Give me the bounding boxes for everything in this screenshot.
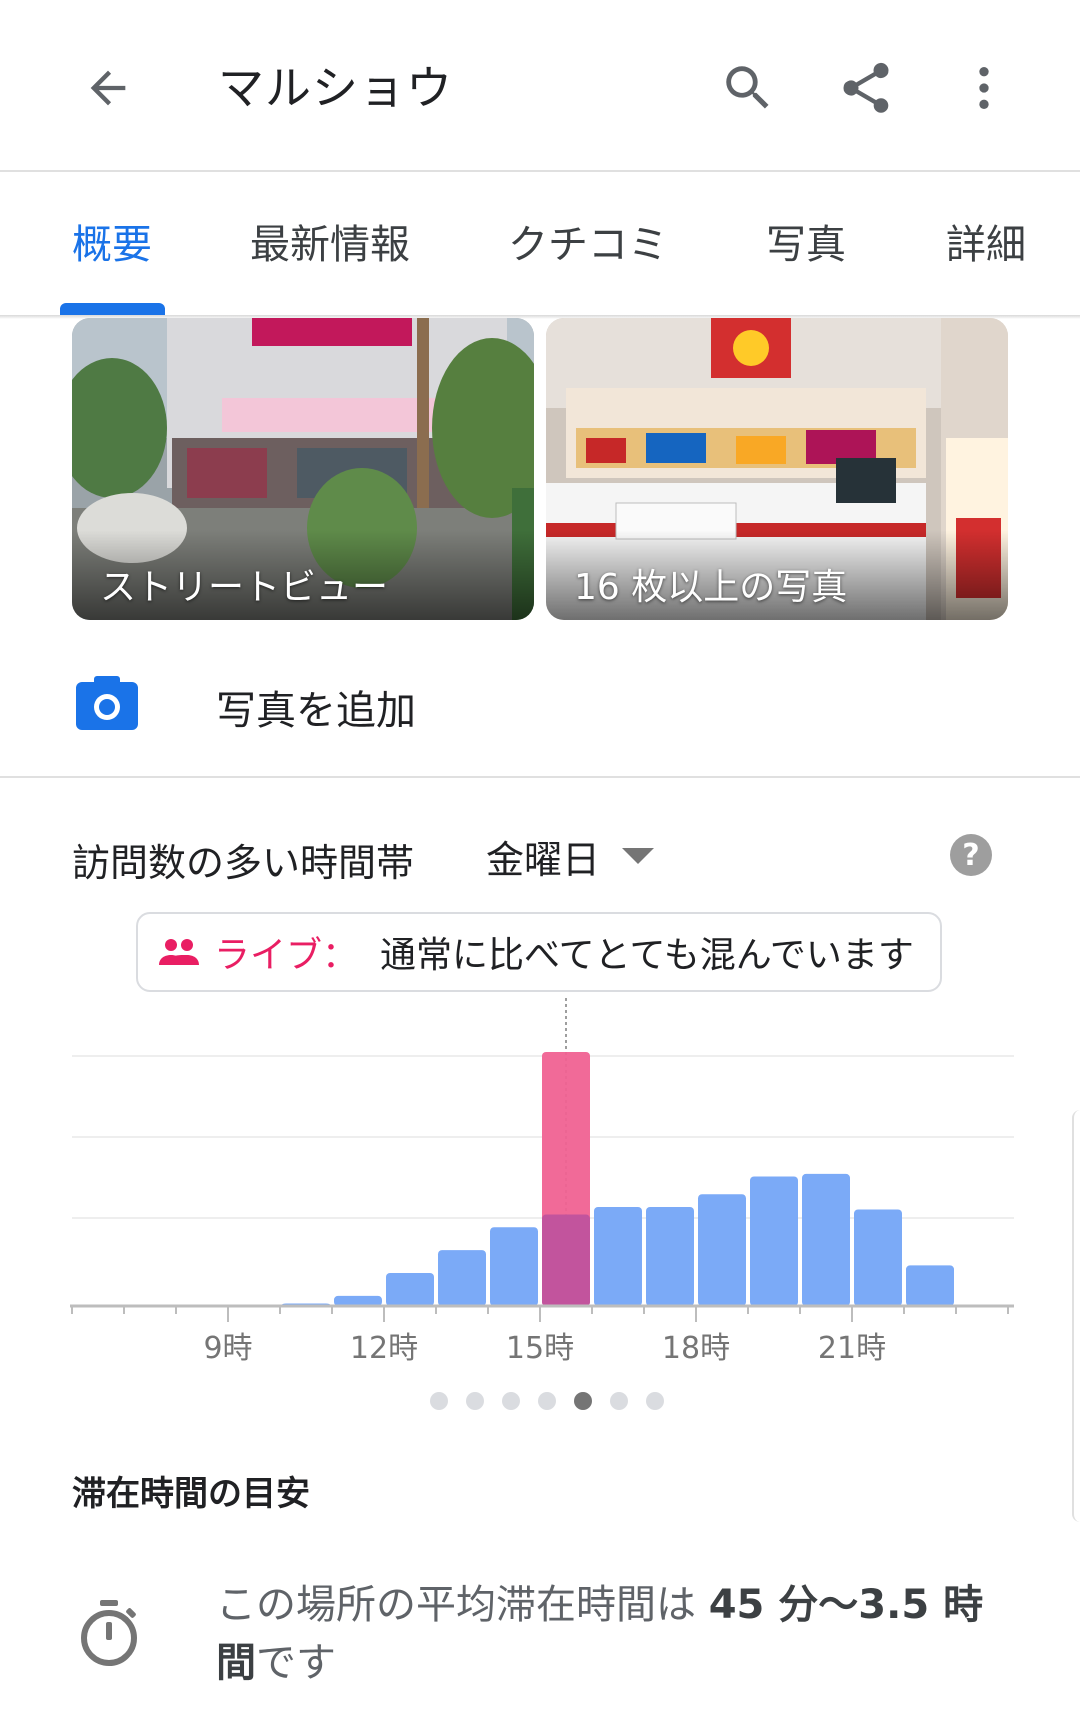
street-view-label: ストリートビュー: [100, 567, 389, 608]
chart-bar: [802, 1173, 850, 1306]
dwell-time-value: 45 分〜3.5 時: [708, 1582, 984, 1628]
dropdown-arrow-icon: [622, 848, 655, 864]
more-options-button[interactable]: [936, 40, 1032, 136]
chart-bar: [334, 1295, 382, 1306]
back-button[interactable]: [60, 40, 156, 136]
edge-panel-handle[interactable]: [1072, 1110, 1080, 1522]
pager-dot[interactable]: [466, 1392, 484, 1410]
chart-bar: [698, 1194, 746, 1306]
chart-tick-label: 21時: [818, 1331, 886, 1366]
chart-bar: [906, 1265, 954, 1306]
pager-dot[interactable]: [430, 1392, 448, 1410]
live-status-box: ライブ： 通常に比べてとても混んでいます: [136, 912, 942, 992]
pager-dot[interactable]: [574, 1392, 592, 1410]
more-photos-tile[interactable]: 16 枚以上の写真: [546, 318, 1008, 620]
share-button[interactable]: [818, 40, 914, 136]
popular-times-title: 訪問数の多い時間帯: [72, 841, 415, 885]
chart-pager-dots: [430, 1392, 670, 1412]
tab-overview[interactable]: 概要: [72, 212, 152, 270]
street-view-photo[interactable]: ストリートビュー: [72, 318, 534, 620]
share-icon: [843, 62, 889, 113]
dwell-time-text: この場所の平均滞在時間は 45 分〜3.5 時間です: [216, 1576, 996, 1692]
popular-times-chart[interactable]: 9時 12時 15時 18時 21時: [0, 990, 1080, 1370]
pager-dot[interactable]: [538, 1392, 556, 1410]
tab-reviews[interactable]: クチコミ: [508, 212, 668, 270]
search-icon: [726, 66, 769, 109]
chart-bar: [594, 1206, 642, 1306]
chart-tick-label: 12時: [350, 1331, 418, 1366]
add-photo-row[interactable]: [0, 650, 1080, 760]
chart-bar: [854, 1209, 902, 1306]
pager-dot[interactable]: [502, 1392, 520, 1410]
chart-bar: [646, 1206, 694, 1306]
add-photo-label: 写真を追加: [216, 688, 416, 734]
people-icon: [159, 939, 199, 965]
chart-bar: [386, 1272, 434, 1306]
live-label: ライブ：: [214, 935, 359, 976]
live-status-text: 通常に比べてとても混んでいます: [380, 935, 914, 976]
chart-tick-label: 18時: [662, 1331, 730, 1366]
day-dropdown[interactable]: 金曜日: [486, 828, 655, 884]
dwell-time-value-end: 間: [216, 1640, 256, 1686]
tab-details[interactable]: 詳細: [946, 212, 1026, 270]
chart-tick-label: 15時: [506, 1331, 574, 1366]
more-photos-label: 16 枚以上の写真: [574, 567, 848, 608]
pager-dot[interactable]: [610, 1392, 628, 1410]
section-divider: [0, 776, 1080, 778]
dwell-time-title: 滞在時間の目安: [72, 1474, 310, 1514]
chart-bar-usual-overlap: [542, 1214, 590, 1306]
day-dropdown-value: 金曜日: [486, 837, 601, 882]
search-button[interactable]: [700, 40, 796, 136]
chart-tick-label: 9時: [203, 1331, 252, 1366]
arrow-back-icon: [90, 70, 126, 106]
tab-bar: 概要 最新情報 クチコミ 写真 詳細: [0, 172, 1080, 315]
camera-icon: [76, 676, 138, 730]
tab-photos[interactable]: 写真: [766, 212, 846, 270]
chart-bar: [438, 1250, 486, 1306]
chart-bar: [750, 1176, 798, 1306]
help-icon[interactable]: ?: [950, 834, 992, 876]
dwell-time-suffix: です: [256, 1640, 336, 1686]
timer-icon: [81, 1600, 137, 1666]
pager-dot[interactable]: [646, 1392, 664, 1410]
app-bar: [0, 0, 1080, 170]
more-vert-icon: [979, 67, 989, 109]
page-title: マルショウ: [218, 61, 453, 115]
dwell-time-prefix: この場所の平均滞在時間は: [216, 1582, 709, 1628]
tab-updates[interactable]: 最新情報: [250, 212, 410, 270]
active-tab-indicator: [60, 303, 165, 315]
chart-bar: [490, 1227, 538, 1306]
